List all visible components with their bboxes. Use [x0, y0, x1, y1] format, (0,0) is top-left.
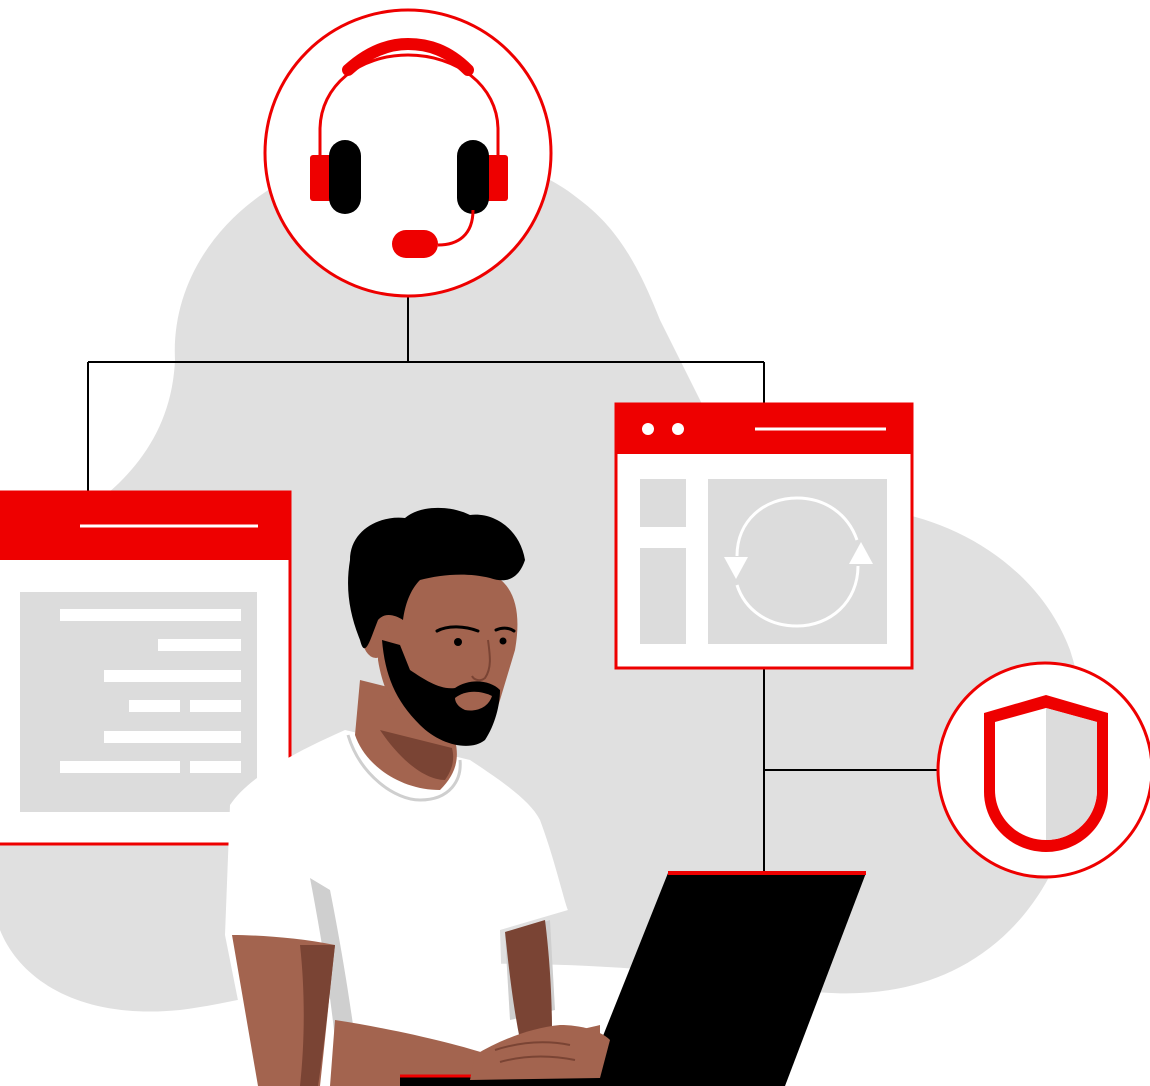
sync-window-icon: [614, 402, 914, 670]
support-illustration: [0, 8, 1150, 1086]
headset-icon: [263, 8, 553, 298]
shield-icon: [936, 661, 1150, 879]
